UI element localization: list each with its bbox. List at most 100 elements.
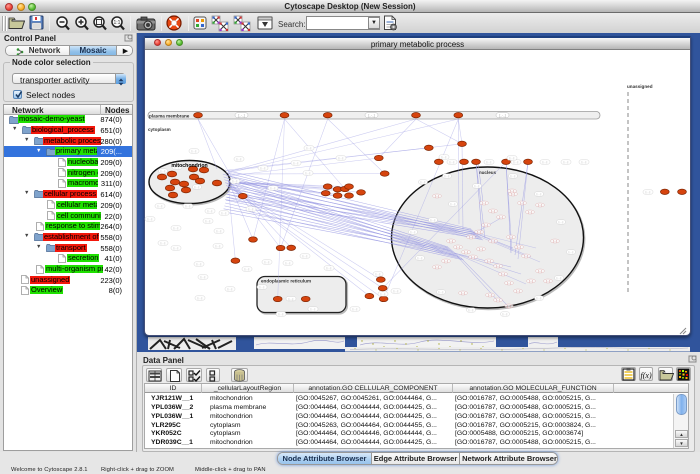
svg-text:[...]: [...] bbox=[528, 210, 532, 214]
svg-text:[....]: [....] bbox=[487, 160, 492, 164]
svg-text:[...]: [...] bbox=[479, 247, 483, 251]
svg-text:[....]: [....] bbox=[353, 307, 358, 311]
svg-text:[....]: [....] bbox=[511, 174, 516, 178]
svg-text:[...]: [...] bbox=[510, 189, 514, 193]
svg-text:endoplasmic reticulum: endoplasmic reticulum bbox=[261, 279, 311, 284]
svg-text:[....]: [....] bbox=[265, 260, 270, 264]
svg-text:[...]: [...] bbox=[449, 239, 453, 243]
svg-text:[...]: [...] bbox=[488, 293, 492, 297]
svg-text:[....]: [....] bbox=[148, 217, 153, 221]
svg-text:[....]: [....] bbox=[451, 202, 456, 206]
svg-text:[...]: [...] bbox=[471, 255, 475, 259]
svg-text:[....]: [....] bbox=[418, 256, 423, 260]
svg-text:[...]: [...] bbox=[464, 250, 468, 254]
svg-text:[..-..]: [..-..] bbox=[238, 113, 244, 117]
svg-text:[....]: [....] bbox=[303, 254, 308, 258]
svg-text:[....]: [....] bbox=[381, 292, 386, 296]
svg-text:[....]: [....] bbox=[475, 184, 480, 188]
svg-text:[....]: [....] bbox=[217, 229, 222, 233]
svg-text:[....]: [....] bbox=[286, 261, 291, 265]
svg-text:[....]: [....] bbox=[198, 296, 203, 300]
svg-text:[....]: [....] bbox=[228, 287, 233, 291]
svg-text:unassigned: unassigned bbox=[627, 84, 653, 89]
svg-text:[....]: [....] bbox=[195, 185, 200, 189]
svg-text:f(x): f(x) bbox=[641, 371, 652, 380]
svg-text:[....]: [....] bbox=[174, 226, 179, 230]
svg-text:[....]: [....] bbox=[208, 209, 213, 213]
svg-text:[...]: [...] bbox=[501, 272, 505, 276]
svg-text:[...]: [...] bbox=[456, 245, 460, 249]
svg-text:[....]: [....] bbox=[557, 276, 562, 280]
svg-text:[....]: [....] bbox=[249, 207, 254, 211]
svg-text:[....]: [....] bbox=[394, 289, 399, 293]
svg-text:[....]: [....] bbox=[537, 296, 542, 300]
svg-text:[...]: [...] bbox=[524, 254, 528, 258]
svg-text:[....]: [....] bbox=[201, 275, 206, 279]
svg-text:[....]: [....] bbox=[307, 146, 312, 150]
svg-text:[...]: [...] bbox=[491, 239, 495, 243]
svg-text:[...]: [...] bbox=[435, 194, 439, 198]
svg-text:[...]: [...] bbox=[477, 230, 481, 234]
svg-text:[....]: [....] bbox=[327, 266, 332, 270]
svg-text:[....]: [....] bbox=[260, 285, 265, 289]
svg-text:[....]: [....] bbox=[192, 149, 197, 153]
svg-text:[....]: [....] bbox=[514, 160, 519, 164]
svg-text:[...]: [...] bbox=[496, 264, 500, 268]
svg-text:[....]: [....] bbox=[421, 180, 426, 184]
svg-text:[...]: [...] bbox=[484, 223, 488, 227]
svg-text:[....]: [....] bbox=[569, 250, 574, 254]
svg-text:[...]: [...] bbox=[444, 259, 448, 263]
svg-text:[....]: [....] bbox=[559, 220, 564, 224]
svg-text:[....]: [....] bbox=[439, 290, 444, 294]
svg-text:[....]: [....] bbox=[411, 230, 416, 234]
svg-text:[...]: [...] bbox=[517, 245, 521, 249]
svg-text:[...]: [...] bbox=[516, 289, 520, 293]
svg-text:[....]: [....] bbox=[206, 219, 211, 223]
svg-text:[...]: [...] bbox=[507, 304, 511, 308]
svg-text:[...]: [...] bbox=[507, 281, 511, 285]
svg-text:[....]: [....] bbox=[376, 272, 381, 276]
svg-text:[....]: [....] bbox=[161, 241, 166, 245]
svg-text:[....]: [....] bbox=[289, 297, 294, 301]
svg-text:[....]: [....] bbox=[311, 307, 316, 311]
svg-text:[....]: [....] bbox=[450, 160, 455, 164]
svg-text:[....]: [....] bbox=[582, 160, 587, 164]
svg-text:[....]: [....] bbox=[186, 204, 191, 208]
svg-text:[...]: [...] bbox=[499, 215, 503, 219]
svg-text:[...]: [...] bbox=[538, 269, 542, 273]
svg-text:[....]: [....] bbox=[174, 246, 179, 250]
svg-text:[....]: [....] bbox=[442, 155, 447, 159]
svg-text:[...]: [...] bbox=[487, 259, 491, 263]
svg-text:[....]: [....] bbox=[161, 169, 166, 173]
svg-text:[....]: [....] bbox=[222, 211, 227, 215]
svg-text:[....]: [....] bbox=[431, 218, 436, 222]
svg-text:[...]: [...] bbox=[435, 265, 439, 269]
svg-text:[...]: [...] bbox=[482, 201, 486, 205]
svg-text:[...]: [...] bbox=[491, 209, 495, 213]
svg-text:[...]: [...] bbox=[496, 298, 500, 302]
svg-text:[...]: [...] bbox=[546, 279, 550, 283]
svg-text:[...]: [...] bbox=[509, 235, 513, 239]
svg-text:[...]: [...] bbox=[520, 201, 524, 205]
svg-text:[....]: [....] bbox=[216, 244, 221, 248]
svg-text:[....]: [....] bbox=[233, 179, 238, 183]
svg-text:[....]: [....] bbox=[543, 160, 548, 164]
svg-text:[....]: [....] bbox=[158, 204, 163, 208]
svg-text:[...]: [...] bbox=[469, 235, 473, 239]
svg-text:[....]: [....] bbox=[197, 262, 202, 266]
svg-text:plasma membrane: plasma membrane bbox=[149, 114, 190, 119]
svg-text:[....]: [....] bbox=[294, 161, 299, 165]
svg-text:[....]: [....] bbox=[261, 166, 266, 170]
svg-text:[...]: [...] bbox=[461, 291, 465, 295]
svg-text:[....]: [....] bbox=[271, 186, 276, 190]
svg-text:[....]: [....] bbox=[646, 190, 651, 194]
svg-text:[....]: [....] bbox=[279, 312, 284, 316]
svg-text:mitochondrion: mitochondrion bbox=[171, 163, 207, 169]
svg-text:cytoplasm: cytoplasm bbox=[148, 127, 171, 132]
svg-text:[....]: [....] bbox=[306, 171, 311, 175]
svg-text:[....]: [....] bbox=[237, 157, 242, 161]
svg-text:[..-..]: [..-..] bbox=[368, 113, 374, 117]
svg-text:1:1: 1:1 bbox=[114, 20, 121, 26]
svg-text:[..-..]: [..-..] bbox=[499, 113, 505, 117]
svg-text:[....]: [....] bbox=[564, 160, 569, 164]
